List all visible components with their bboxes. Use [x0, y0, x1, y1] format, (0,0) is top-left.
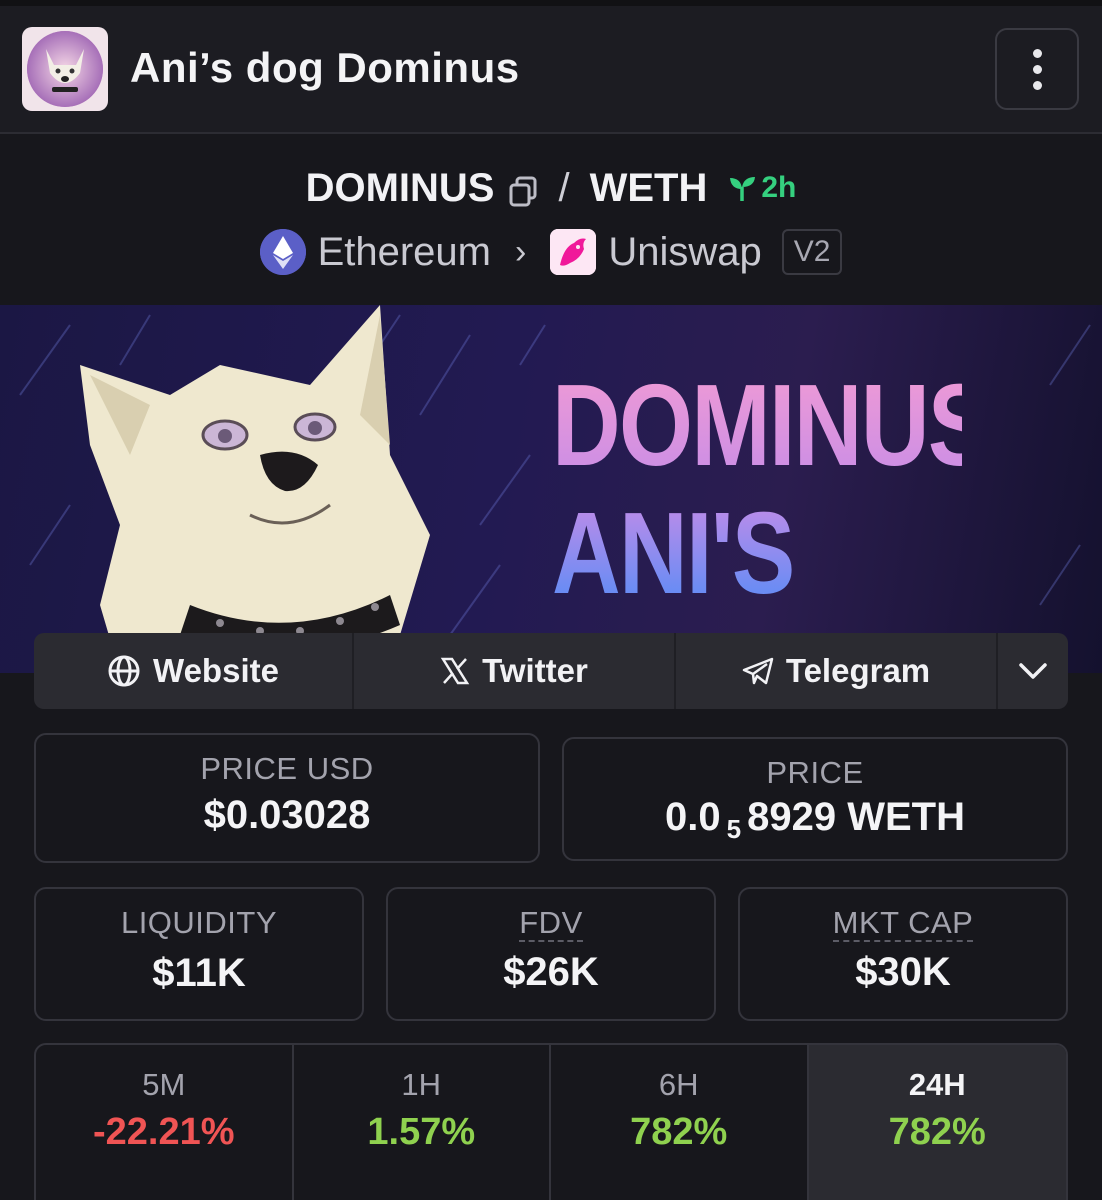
social-links-bar: Website Twitter Telegram: [34, 633, 1068, 709]
globe-icon: [108, 655, 140, 687]
dex-version-badge: V2: [781, 229, 843, 275]
banner-line-1: DOMINUS: [552, 360, 990, 490]
price-unit: WETH: [847, 795, 965, 839]
token-banner: DOMINUS ANI'S DOG: [0, 305, 1102, 673]
chevron-right-icon: ›: [514, 232, 527, 271]
price-usd-card: PRICE USD $0.03028: [34, 733, 540, 863]
dog-illustration: [80, 305, 430, 673]
tab-24h[interactable]: 24H 782%: [808, 1045, 1066, 1200]
price-native-value: 0.0 5 8929 WETH: [564, 795, 1066, 845]
tab-1h[interactable]: 1H 1.57%: [294, 1045, 551, 1200]
pair-info: DOMINUS / WETH 2h Ethereum › Uniswap V2: [0, 136, 1102, 304]
pair-age: 2h: [727, 171, 796, 205]
price-native-card: PRICE 0.0 5 8929 WETH: [562, 737, 1068, 861]
twitter-link[interactable]: Twitter: [354, 633, 676, 709]
tab-1h-value: 1.57%: [367, 1111, 476, 1153]
telegram-link[interactable]: Telegram: [676, 633, 998, 709]
more-options-button[interactable]: [995, 28, 1079, 110]
tab-5m-value: -22.21%: [92, 1111, 235, 1153]
price-usd-label: PRICE USD: [200, 751, 374, 786]
liquidity-card: LIQUIDITY $11K: [34, 887, 364, 1021]
chevron-down-icon: [1019, 663, 1047, 679]
banner-title: DOMINUS ANI'S DOG: [552, 361, 962, 673]
tab-24h-label: 24H: [908, 1067, 966, 1102]
pair-breadcrumb: Ethereum › Uniswap V2: [0, 226, 1102, 278]
dex-name[interactable]: Uniswap: [608, 230, 761, 275]
tab-6h[interactable]: 6H 782%: [551, 1045, 809, 1200]
pair-age-text: 2h: [761, 171, 797, 204]
ethereum-icon: [259, 229, 306, 275]
quote-token-symbol: WETH: [589, 165, 708, 210]
seedling-icon: [730, 177, 756, 201]
tab-24h-value: 782%: [888, 1111, 986, 1153]
tab-5m[interactable]: 5M -22.21%: [36, 1045, 294, 1200]
twitter-label: Twitter: [482, 652, 588, 689]
tab-6h-label: 6H: [658, 1067, 699, 1102]
top-bar: Ani’s dog Dominus: [0, 0, 1102, 134]
price-zero-count: 5: [726, 814, 742, 844]
price-usd-value: $0.03028: [203, 793, 371, 837]
token-avatar: [22, 27, 108, 111]
pair-separator: /: [558, 165, 570, 210]
price-prefix: 0.0: [665, 795, 721, 839]
website-label: Website: [153, 652, 279, 689]
telegram-icon: [742, 657, 774, 685]
fdv-card[interactable]: FDV $26K: [386, 887, 716, 1021]
base-token-symbol: DOMINUS: [305, 165, 495, 210]
page-title: Ani’s dog Dominus: [130, 44, 520, 91]
website-link[interactable]: Website: [34, 633, 354, 709]
liquidity-label: LIQUIDITY: [120, 905, 278, 940]
kebab-dot-icon: [1032, 80, 1042, 90]
tab-1h-label: 1H: [401, 1067, 442, 1102]
tab-6h-value: 782%: [630, 1111, 728, 1153]
fdv-value: $26K: [503, 950, 599, 994]
market-cap-label: MKT CAP: [832, 905, 974, 942]
kebab-dot-icon: [1032, 64, 1042, 74]
pair-title: DOMINUS / WETH 2h: [0, 164, 1102, 212]
uniswap-icon: [550, 229, 597, 275]
market-cap-card[interactable]: MKT CAP $30K: [738, 887, 1068, 1021]
market-cap-value: $30K: [855, 950, 951, 994]
fdv-label: FDV: [519, 905, 583, 942]
telegram-label: Telegram: [785, 652, 931, 689]
chain-name[interactable]: Ethereum: [318, 230, 491, 275]
kebab-dot-icon: [1032, 48, 1042, 58]
price-change-tabs: 5M -22.21% 1H 1.57% 6H 782% 24H 782%: [34, 1043, 1068, 1200]
tab-5m-label: 5M: [142, 1067, 186, 1102]
price-native-label: PRICE: [766, 755, 864, 790]
liquidity-value: $11K: [152, 951, 246, 995]
more-links-toggle[interactable]: [998, 633, 1068, 709]
x-logo-icon: [440, 657, 470, 685]
copy-icon[interactable]: [508, 172, 538, 207]
status-strip: [0, 0, 1102, 6]
price-digits: 8929: [747, 795, 837, 839]
